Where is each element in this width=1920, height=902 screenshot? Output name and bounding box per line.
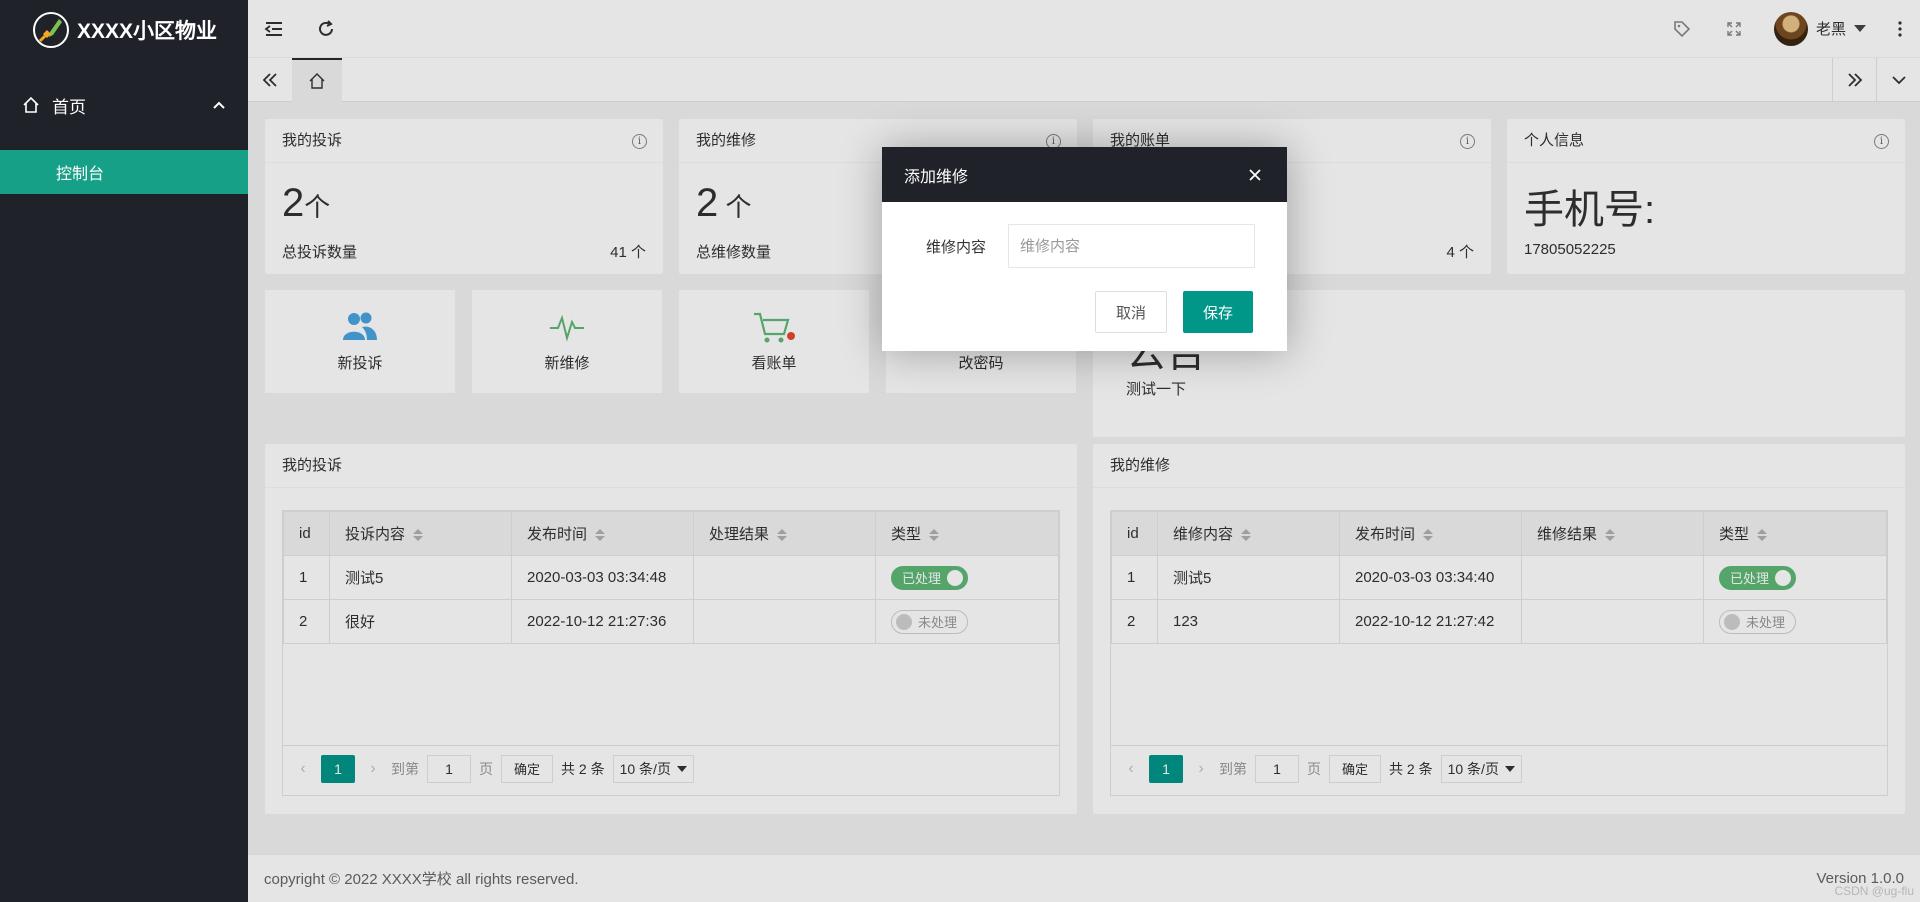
repair-content-input[interactable] <box>1008 224 1255 268</box>
sidebar-item-home[interactable]: 首页 <box>0 60 248 150</box>
close-icon[interactable] <box>1245 165 1265 185</box>
chevron-up-icon <box>212 100 226 110</box>
cancel-button[interactable]: 取消 <box>1094 291 1167 333</box>
add-repair-dialog: 添加维修 维修内容 取消 保存 <box>882 147 1287 351</box>
sidebar-item-console[interactable]: 控制台 <box>0 150 248 194</box>
app-logo[interactable]: XXXX小区物业 <box>0 0 248 60</box>
field-label: 维修内容 <box>926 238 987 256</box>
home-icon <box>22 96 40 114</box>
rocket-icon <box>31 10 71 50</box>
sidebar-item-label: 首页 <box>52 97 86 117</box>
sidebar: XXXX小区物业 首页 控制台 <box>0 0 248 902</box>
app-title: XXXX小区物业 <box>76 20 218 43</box>
dialog-title: 添加维修 <box>904 168 969 186</box>
save-button[interactable]: 保存 <box>1182 291 1253 333</box>
modal-overlay[interactable] <box>248 0 1920 902</box>
